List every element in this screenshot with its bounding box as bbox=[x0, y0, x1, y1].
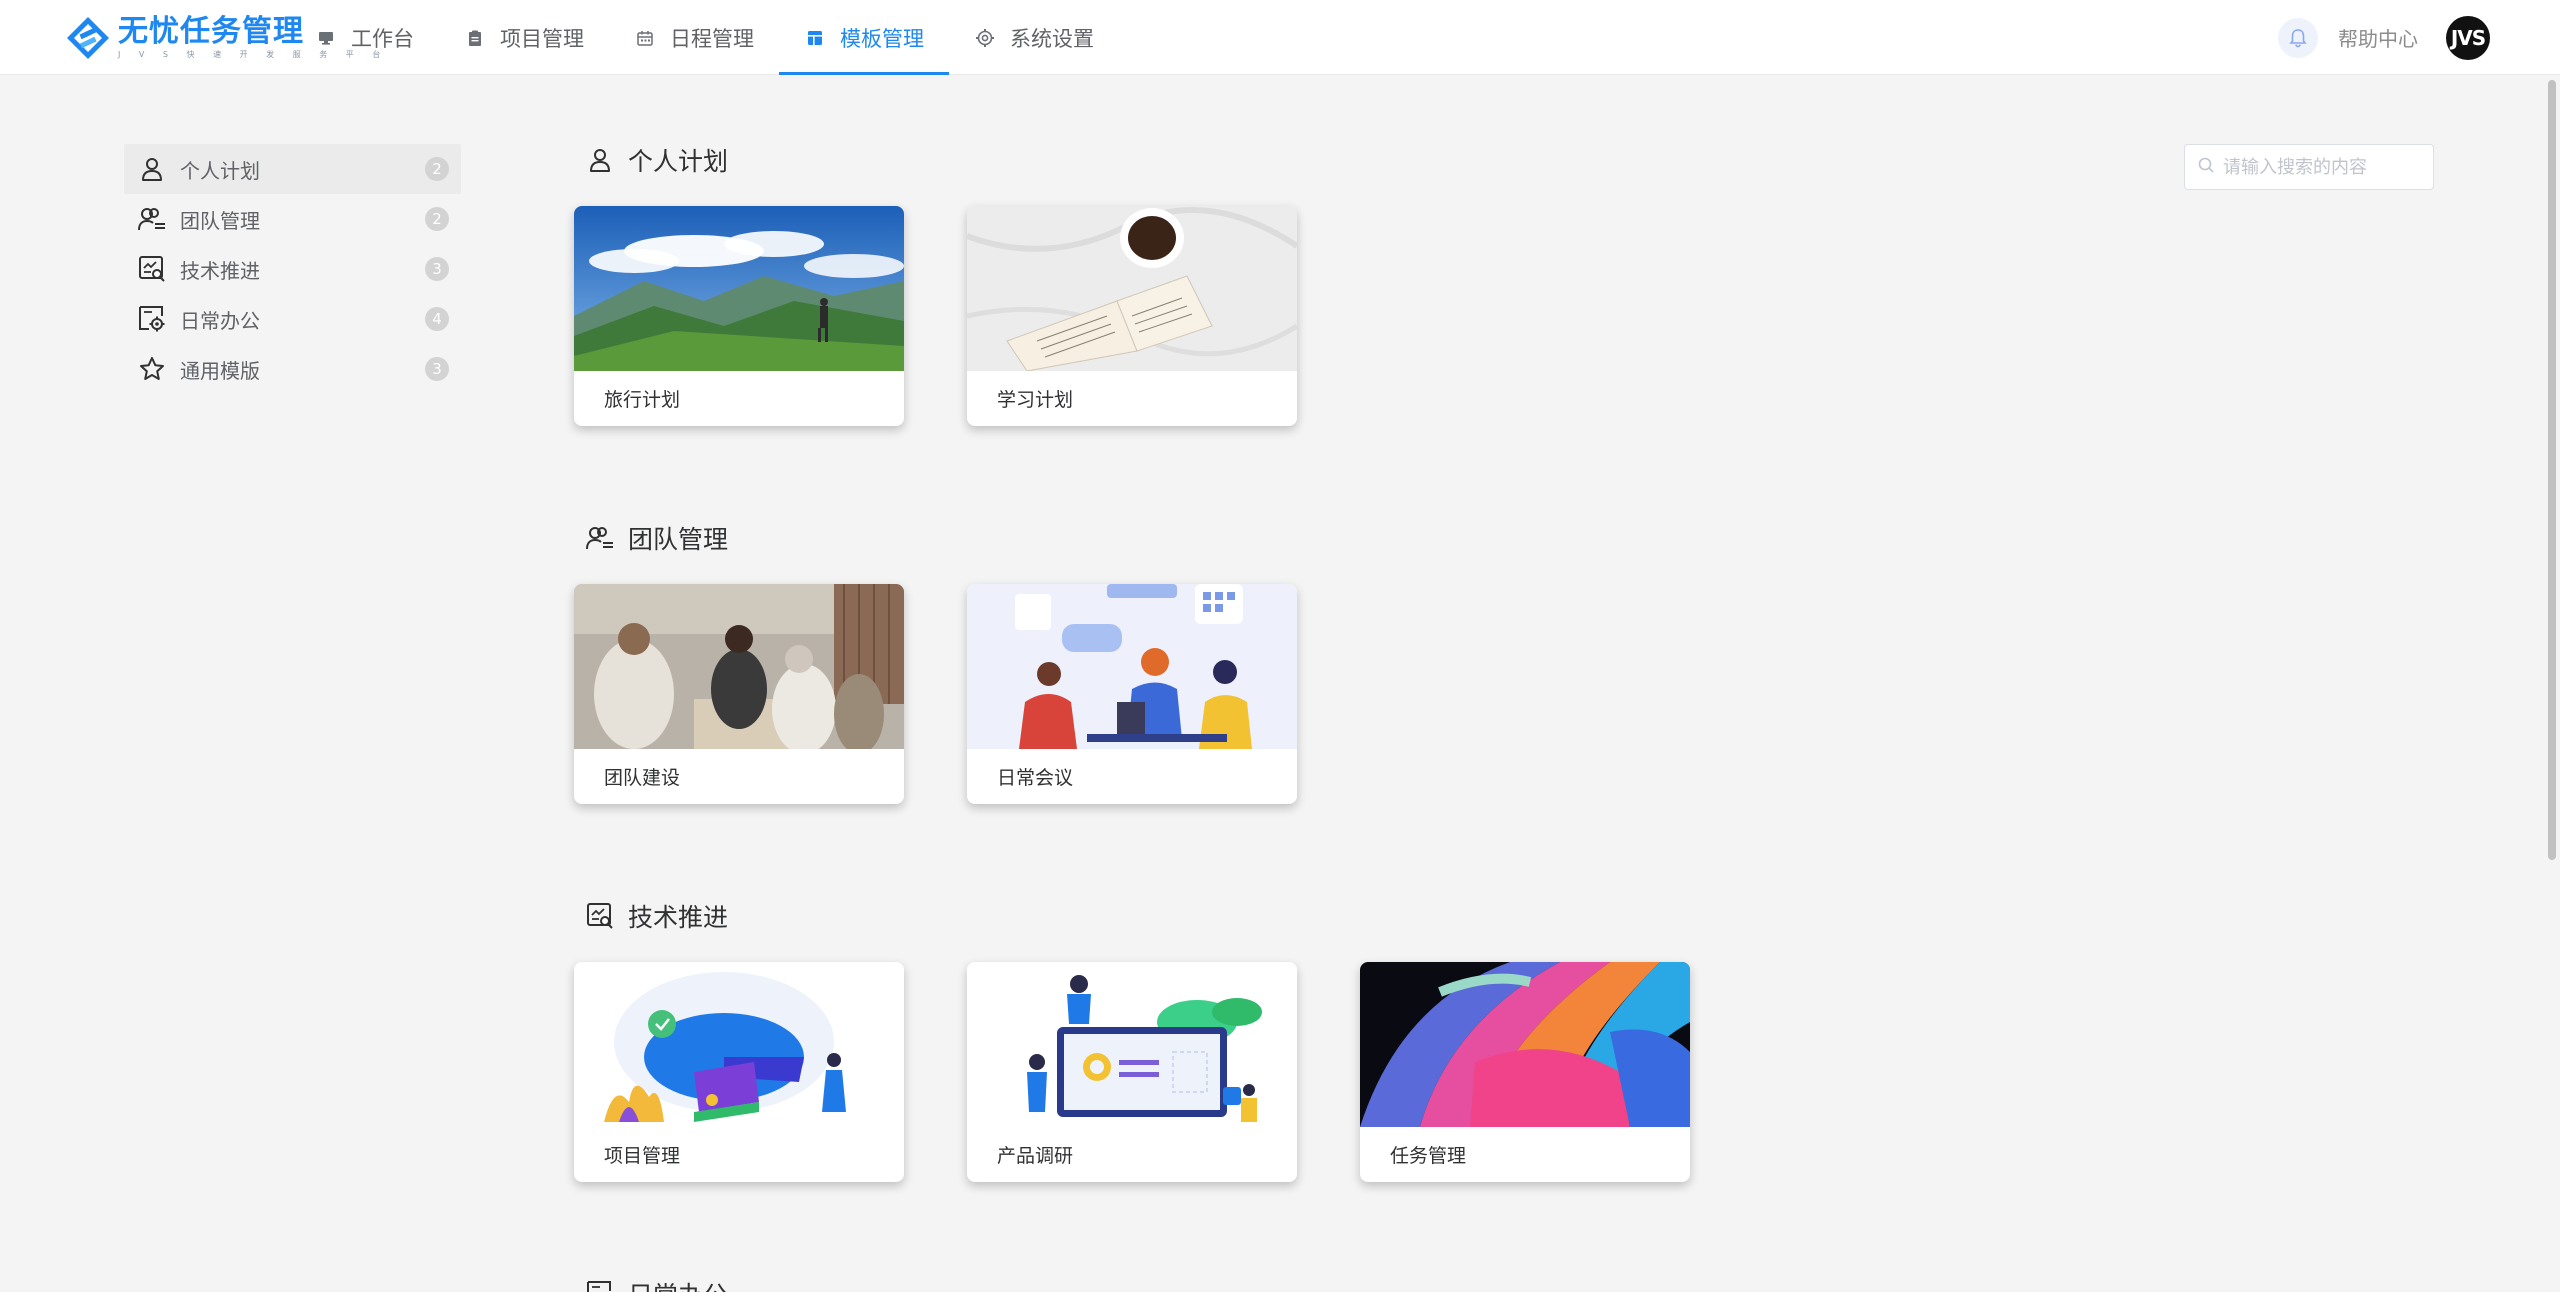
card-label: 学习计划 bbox=[997, 389, 1074, 411]
template-card-product-research[interactable]: 产品调研 bbox=[967, 962, 1297, 1182]
template-card-study-plan[interactable]: 学习计划 bbox=[967, 206, 1297, 426]
section-title: 团队管理 bbox=[628, 525, 729, 554]
nav-item-templates[interactable]: 模板管理 bbox=[779, 0, 949, 75]
category-sidebar: 个人计划 2 团队管理 2 技术推进 3 日常办公 4 通用模版 3 bbox=[124, 144, 461, 394]
card-label: 团队建设 bbox=[604, 767, 681, 789]
template-card-task-management[interactable]: 任务管理 bbox=[1360, 962, 1690, 1182]
person-icon bbox=[584, 144, 616, 176]
card-label: 旅行计划 bbox=[604, 389, 681, 411]
sidebar-item-personal-plan[interactable]: 个人计划 2 bbox=[124, 144, 461, 194]
team-icon bbox=[136, 203, 168, 235]
sidebar-item-label: 个人计划 bbox=[180, 158, 260, 183]
card-image bbox=[574, 584, 904, 749]
nav-item-workbench[interactable]: 工作台 bbox=[290, 0, 439, 75]
count-badge: 3 bbox=[425, 257, 449, 281]
section-team-management: 团队管理 团队建设 日常会议 bbox=[574, 518, 1360, 804]
gear-icon bbox=[974, 27, 996, 49]
card-image bbox=[967, 962, 1297, 1127]
card-label: 日常会议 bbox=[997, 767, 1074, 789]
tech-icon bbox=[136, 253, 168, 285]
template-card-project-management[interactable]: 项目管理 bbox=[574, 962, 904, 1182]
page-scrollbar[interactable] bbox=[2544, 76, 2560, 1292]
logo-mark-icon bbox=[64, 14, 112, 62]
sidebar-item-team-management[interactable]: 团队管理 2 bbox=[124, 194, 461, 244]
search-box bbox=[2184, 144, 2434, 190]
nav-item-settings[interactable]: 系统设置 bbox=[949, 0, 1119, 75]
help-center-link[interactable]: 帮助中心 bbox=[2338, 23, 2418, 52]
card-image bbox=[574, 206, 904, 371]
nav-item-label: 模板管理 bbox=[840, 26, 924, 51]
nav-item-label: 工作台 bbox=[351, 26, 414, 51]
count-badge: 3 bbox=[425, 357, 449, 381]
nav-item-label: 系统设置 bbox=[1010, 26, 1094, 51]
card-label: 项目管理 bbox=[604, 1145, 681, 1167]
section-tech-progress: 技术推进 项目管理 产品调研 任务管理 bbox=[574, 896, 1753, 1182]
scrollbar-thumb[interactable] bbox=[2548, 80, 2556, 860]
top-header: 无忧任务管理 J V S 快 速 开 发 服 务 平 台 工作台 项目管理 日程… bbox=[0, 0, 2560, 75]
main-nav: 工作台 项目管理 日程管理 模板管理 系统设置 bbox=[290, 0, 1119, 75]
sidebar-item-label: 日常办公 bbox=[180, 308, 260, 333]
search-input[interactable] bbox=[2223, 156, 2423, 178]
calendar-icon bbox=[634, 27, 656, 49]
team-icon bbox=[584, 522, 616, 554]
office-icon bbox=[584, 1278, 616, 1292]
sidebar-item-label: 通用模版 bbox=[180, 358, 260, 383]
section-title: 个人计划 bbox=[628, 147, 729, 176]
sidebar-item-label: 团队管理 bbox=[180, 208, 260, 233]
search-icon bbox=[2197, 156, 2215, 178]
star-icon bbox=[136, 353, 168, 385]
count-badge: 2 bbox=[425, 157, 449, 181]
template-card-travel-plan[interactable]: 旅行计划 bbox=[574, 206, 904, 426]
monitor-icon bbox=[315, 27, 337, 49]
notification-bell-icon[interactable] bbox=[2278, 17, 2318, 58]
section-title: 日常办公 bbox=[628, 1276, 728, 1292]
clipboard-icon bbox=[464, 27, 486, 49]
sidebar-item-general-templates[interactable]: 通用模版 3 bbox=[124, 344, 461, 394]
count-badge: 4 bbox=[425, 307, 449, 331]
office-icon bbox=[136, 303, 168, 335]
sidebar-item-label: 技术推进 bbox=[180, 258, 260, 283]
card-image bbox=[574, 962, 904, 1127]
card-image bbox=[1360, 962, 1690, 1127]
count-badge: 2 bbox=[425, 207, 449, 231]
tech-icon bbox=[584, 900, 616, 932]
template-card-team-building[interactable]: 团队建设 bbox=[574, 584, 904, 804]
card-label: 任务管理 bbox=[1390, 1145, 1467, 1167]
nav-item-projects[interactable]: 项目管理 bbox=[439, 0, 609, 75]
template-card-daily-meeting[interactable]: 日常会议 bbox=[967, 584, 1297, 804]
section-daily-office: 日常办公 bbox=[574, 1274, 728, 1292]
nav-item-label: 日程管理 bbox=[670, 26, 754, 51]
person-icon bbox=[136, 153, 168, 185]
nav-item-label: 项目管理 bbox=[500, 26, 584, 51]
section-personal-plan: 个人计划 旅行计划 学习计划 bbox=[574, 140, 1360, 426]
sidebar-item-tech-progress[interactable]: 技术推进 3 bbox=[124, 244, 461, 294]
user-avatar[interactable]: JVS bbox=[2446, 15, 2490, 60]
section-title: 技术推进 bbox=[628, 903, 729, 932]
card-image bbox=[967, 584, 1297, 749]
sidebar-item-daily-office[interactable]: 日常办公 4 bbox=[124, 294, 461, 344]
template-icon bbox=[804, 27, 826, 49]
card-label: 产品调研 bbox=[997, 1145, 1074, 1167]
nav-item-schedule[interactable]: 日程管理 bbox=[609, 0, 779, 75]
header-actions: 帮助中心 JVS bbox=[2278, 0, 2490, 75]
card-image bbox=[967, 206, 1297, 371]
